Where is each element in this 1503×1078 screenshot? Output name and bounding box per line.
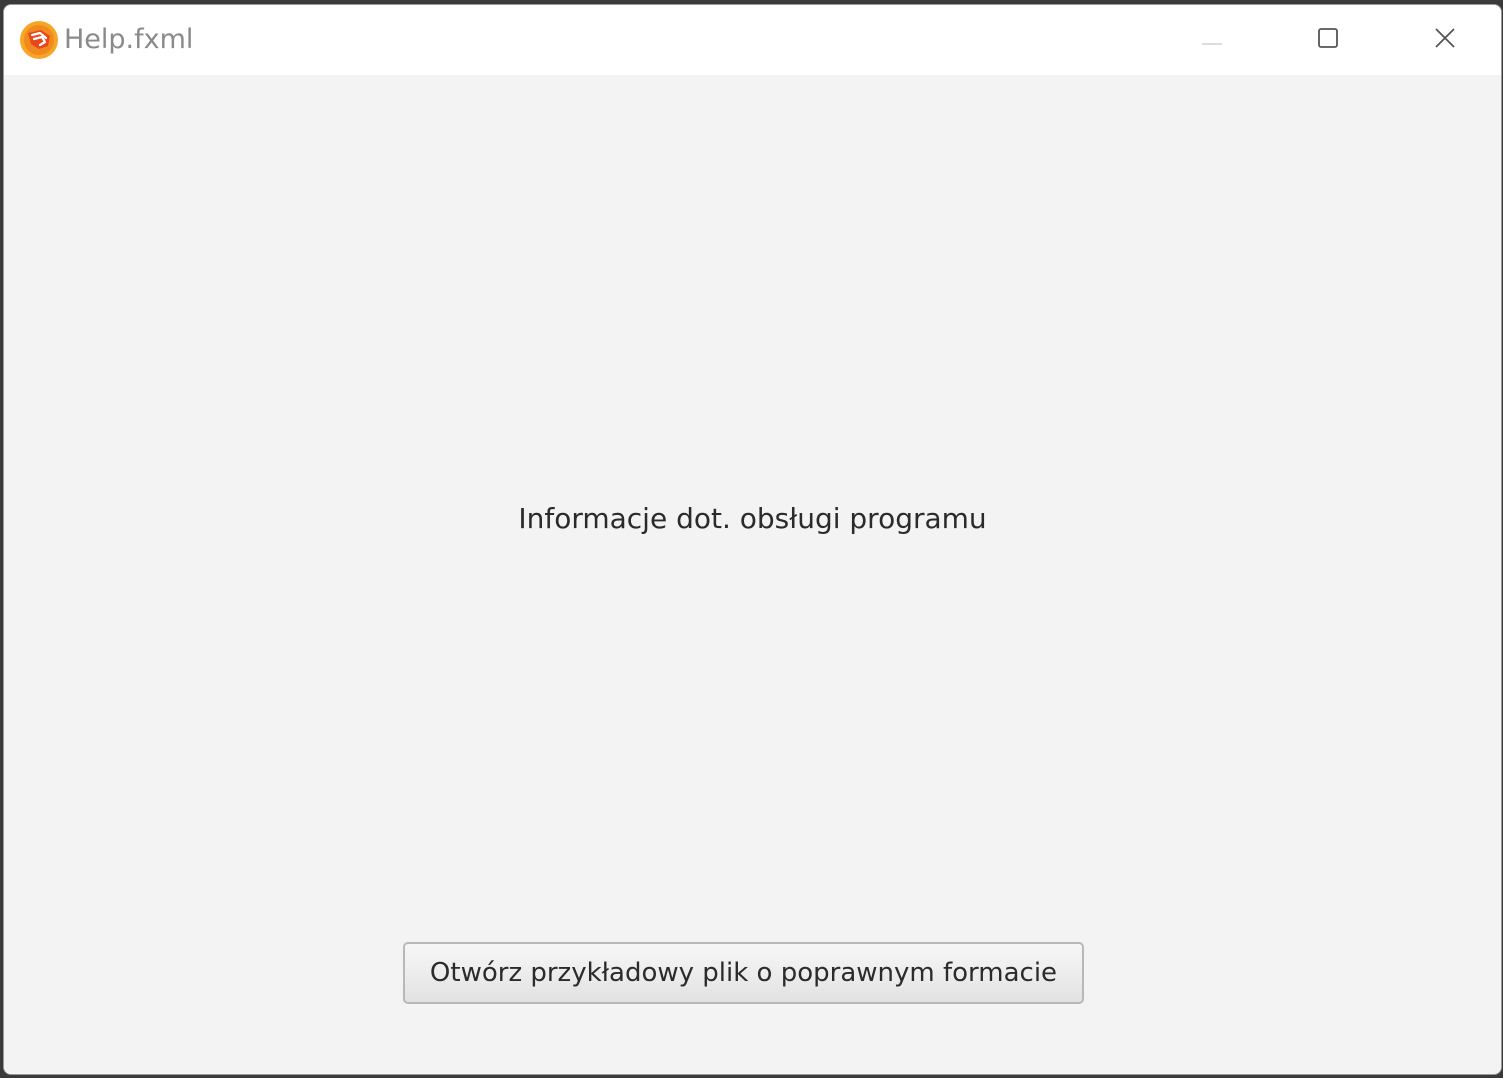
help-window: Help.fxml Informacje dot. obsługi progra… bbox=[3, 4, 1502, 1075]
minimize-button[interactable] bbox=[1154, 5, 1270, 75]
content-pane: Informacje dot. obsługi programu Otwórz … bbox=[4, 75, 1501, 1074]
maximize-icon bbox=[1317, 27, 1339, 53]
open-example-file-button[interactable]: Otwórz przykładowy plik o poprawnym form… bbox=[403, 942, 1084, 1004]
info-label: Informacje dot. obsługi programu bbox=[518, 502, 987, 535]
minimize-icon bbox=[1200, 31, 1224, 50]
hand-logo-icon bbox=[19, 20, 59, 60]
window-title: Help.fxml bbox=[64, 24, 194, 55]
close-icon bbox=[1433, 26, 1457, 54]
close-button[interactable] bbox=[1387, 5, 1501, 75]
title-bar[interactable]: Help.fxml bbox=[4, 5, 1501, 75]
maximize-button[interactable] bbox=[1270, 5, 1386, 75]
